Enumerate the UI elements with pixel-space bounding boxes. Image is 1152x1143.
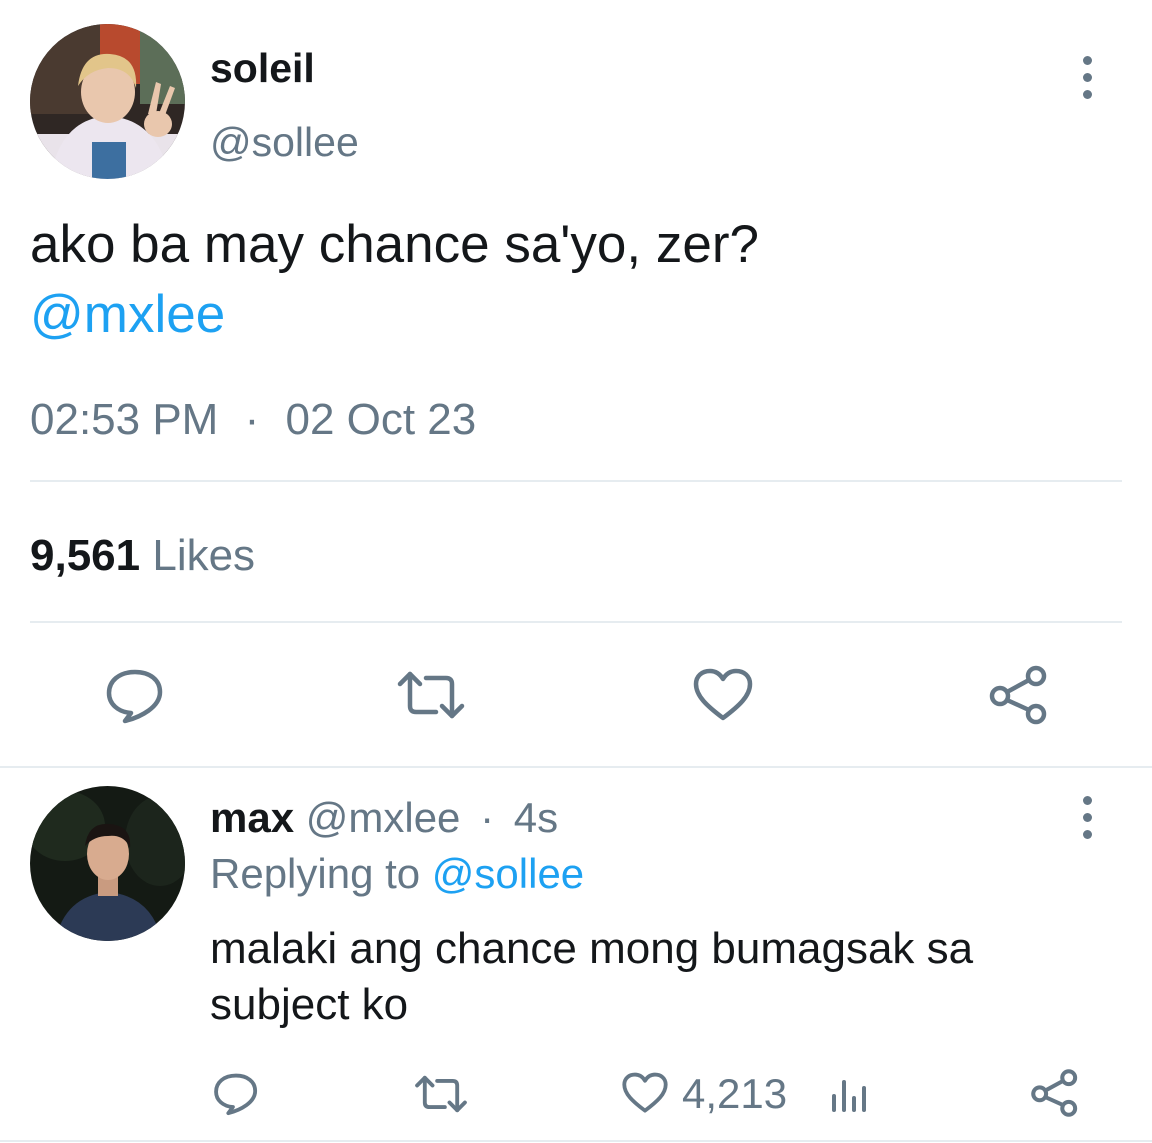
tweet-likes-count: 9,561 — [30, 531, 141, 580]
tweet-mention[interactable]: @mxlee — [30, 285, 225, 345]
tweet-separator: · — [244, 395, 260, 444]
reply-more-icon[interactable] — [1083, 796, 1092, 839]
reply-icon[interactable] — [105, 668, 165, 724]
reply-age: 4s — [513, 794, 559, 841]
replying-to-line: Replying to @sollee — [210, 850, 584, 898]
retweet-icon[interactable] — [396, 670, 466, 720]
divider-mid — [30, 621, 1122, 623]
replying-to-handle[interactable]: @sollee — [432, 850, 584, 897]
reply-handle[interactable]: @mxlee — [306, 794, 461, 841]
reply-heart-icon[interactable] — [622, 1072, 668, 1114]
tweet-likes-summary[interactable]: 9,561 Likes — [30, 530, 255, 582]
tweet-date: 02 Oct 23 — [285, 395, 477, 444]
heart-icon[interactable] — [693, 668, 753, 722]
tweet-more-icon[interactable] — [1083, 56, 1092, 99]
tweet-timestamp: 02:53 PM · 02 Oct 23 — [30, 394, 476, 446]
reply-text-line2: subject ko — [210, 980, 409, 1029]
reply-reply-icon[interactable] — [213, 1072, 259, 1116]
avatar-max[interactable] — [30, 786, 185, 941]
reply-likes-count: 4,213 — [682, 1070, 788, 1117]
reply-retweet-icon[interactable] — [414, 1074, 468, 1114]
reply-share-icon[interactable] — [1030, 1068, 1080, 1118]
divider-thread — [0, 766, 1152, 768]
tweet-display-name[interactable]: soleil — [210, 44, 315, 92]
reply-display-name[interactable]: max — [210, 794, 294, 841]
reply-text-line1: malaki ang chance mong bumagsak sa — [210, 924, 974, 973]
tweet-time: 02:53 PM — [30, 395, 219, 444]
tweet-text: ako ba may chance sa'yo, zer? — [30, 215, 759, 274]
tweet-handle[interactable]: @sollee — [210, 118, 359, 166]
share-icon[interactable] — [988, 664, 1050, 726]
tweet-likes-label: Likes — [152, 531, 256, 580]
reply-header: max @mxlee · 4s — [210, 794, 558, 842]
divider-top — [30, 480, 1122, 482]
replying-label: Replying to — [210, 850, 421, 897]
divider-bottom — [0, 1140, 1152, 1142]
analytics-icon[interactable] — [830, 1074, 870, 1114]
reply-separator: · — [480, 794, 495, 841]
avatar-soleil[interactable] — [30, 24, 185, 179]
